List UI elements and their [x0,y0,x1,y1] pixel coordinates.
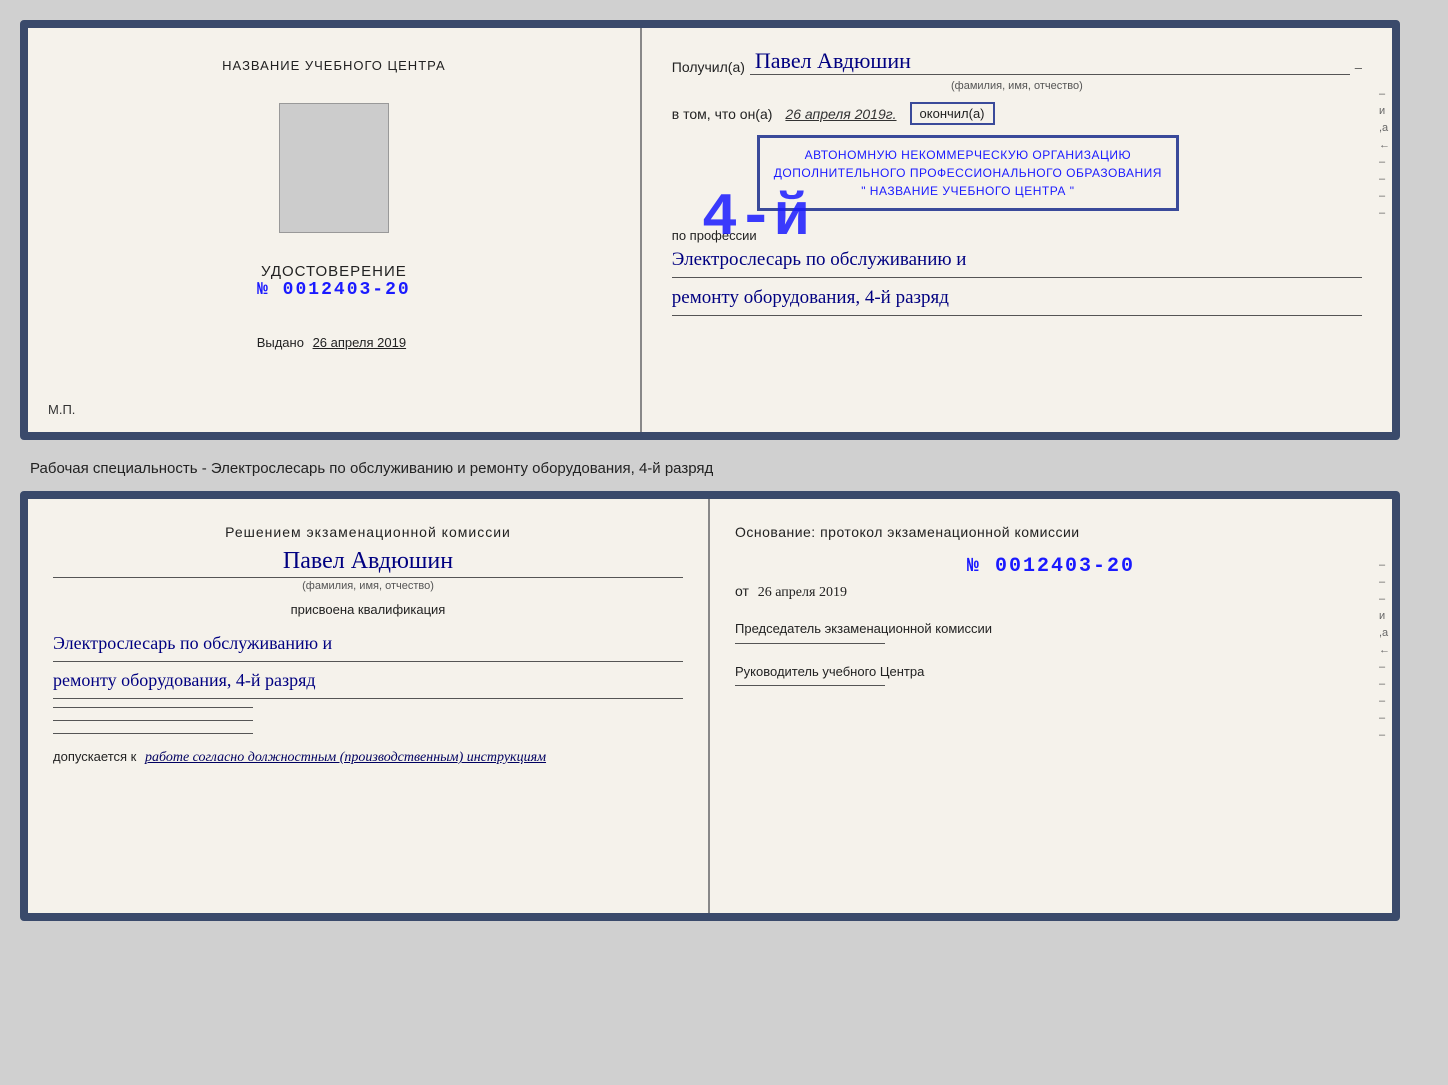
right-decorations-top: – и ,а ← – – – – [1379,88,1390,219]
vtom-prefix: в том, что он(а) [672,106,773,122]
doc-top-left: НАЗВАНИЕ УЧЕБНОГО ЦЕНТРА УДОСТОВЕРЕНИЕ №… [28,28,642,432]
received-line: Получил(a) Павел Авдюшин – [672,48,1362,75]
chairman-title: Председатель экзаменационной комиссии [735,619,1367,639]
org-line2: ДОПОЛНИТЕЛЬНОГО ПРОФЕССИОНАЛЬНОГО ОБРАЗО… [774,164,1162,182]
org-stamp: АВТОНОМНУЮ НЕКОММЕРЧЕСКУЮ ОРГАНИЗАЦИЮ ДО… [757,135,1179,211]
komissia-title: Решением экзаменационной комиссии [53,524,683,540]
dopuskaetsya-prefix: допускается к [53,749,136,764]
vtom-line: в том, что он(а) 26 апреля 2019г. окончи… [672,102,1362,125]
profession-line2-top: ремонту оборудования, 4-й разряд [672,281,1362,316]
okoncil-label: окончил(а) [910,102,995,125]
org-line1: АВТОНОМНУЮ НЕКОММЕРЧЕСКУЮ ОРГАНИЗАЦИЮ [774,146,1162,164]
udostoverenie-title: УДОСТОВЕРЕНИЕ [257,263,411,280]
document-top: НАЗВАНИЕ УЧЕБНОГО ЦЕНТРА УДОСТОВЕРЕНИЕ №… [20,20,1400,440]
chairman-block: Председатель экзаменационной комиссии [735,619,1367,644]
ot-prefix: от [735,583,749,599]
profession-bottom-line1: Электрослесарь по обслуживанию и [53,625,683,662]
protocol-number: № 0012403-20 [735,555,1367,578]
sig-line-1 [53,707,253,708]
sig-line-2 [53,720,253,721]
chairman-sig-line [735,643,885,644]
poluchil-label: Получил(a) [672,59,745,75]
prisvoena-label: присвоена квалификация [53,602,683,617]
sig-line-3 [53,733,253,734]
doc-top-right: Получил(a) Павел Авдюшин – (фамилия, имя… [642,28,1392,432]
recipient-name-bottom: Павел Авдюшин [53,548,683,578]
osnovaniye-label: Основание: протокол экзаменационной коми… [735,524,1367,540]
rukovoditel-block: Руководитель учебного Центра [735,662,1367,687]
signature-block-left [53,707,683,734]
vtom-date: 26 апреля 2019г. [785,106,896,122]
ot-date: 26 апреля 2019 [758,585,847,600]
photo-placeholder [279,103,389,233]
recipient-name: Павел Авдюшин [750,48,1350,75]
doc-bottom-right: Основание: протокол экзаменационной коми… [710,499,1392,913]
middle-specialty-text: Рабочая специальность - Электрослесарь п… [20,452,1400,479]
rukovoditel-sig-line [735,685,885,686]
doc-bottom-left: Решением экзаменационной комиссии Павел … [28,499,710,913]
document-bottom: Решением экзаменационной комиссии Павел … [20,491,1400,921]
fio-hint-bottom: (фамилия, имя, отчество) [53,580,683,592]
rukovoditel-title: Руководитель учебного Центра [735,662,1367,682]
vydano-date: 26 апреля 2019 [308,335,412,350]
ot-line: от 26 апреля 2019 [735,583,1367,601]
razryad-big: 4-й [702,185,810,253]
udostoverenie-number: № 0012403-20 [257,280,411,300]
dopuskaetsya-text: работе согласно должностным (производств… [145,750,546,765]
org-line3: " НАЗВАНИЕ УЧЕБНОГО ЦЕНТРА " [774,182,1162,200]
udostoverenie-block: УДОСТОВЕРЕНИЕ № 0012403-20 [257,263,411,300]
fio-hint-top: (фамилия, имя, отчество) [672,80,1362,92]
right-decorations-bottom: – – – и ,а ← – – – – – [1379,559,1390,741]
profession-bottom-line2: ремонту оборудования, 4-й разряд [53,662,683,699]
mp-label: М.П. [48,402,75,417]
dopuskaetsya-block: допускается к работе согласно должностны… [53,749,683,766]
center-title-top: НАЗВАНИЕ УЧЕБНОГО ЦЕНТРА [222,58,445,73]
vydano-label: Выдано [257,335,304,350]
